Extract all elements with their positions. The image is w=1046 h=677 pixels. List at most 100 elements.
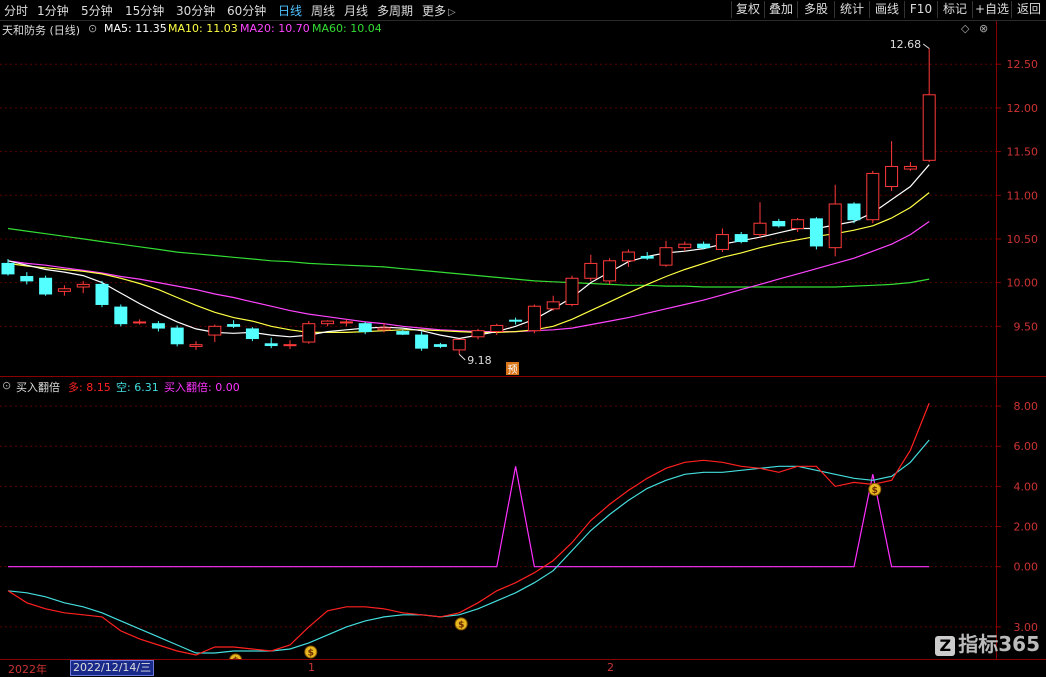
candle-up — [753, 222, 767, 236]
candle-up — [621, 251, 635, 262]
candle-down — [396, 331, 410, 335]
candle-up — [302, 323, 316, 343]
watermark-text: 指标365 — [958, 632, 1040, 656]
ma5-line — [7, 164, 930, 340]
indicator-tick-label: 6.00 — [1014, 440, 1039, 453]
candle-up — [828, 203, 842, 249]
money-bag-symbol: $ — [872, 486, 878, 496]
tab-multi-period[interactable]: 多周期 — [377, 2, 413, 19]
diamond-icon[interactable]: ◇ — [961, 22, 969, 35]
candle-up — [659, 247, 673, 266]
price-tick-label: 9.50 — [1014, 320, 1039, 333]
indicator-name: 买入翻倍 — [16, 381, 60, 394]
candle-down — [640, 255, 654, 259]
tab-daily[interactable]: 日线 — [278, 2, 302, 19]
price-tick-label: 10.00 — [1007, 277, 1039, 290]
watermark: Z 指标365 — [935, 628, 1040, 657]
chevron-right-icon: ▷ — [448, 7, 456, 18]
money-bag-symbol: $ — [308, 648, 314, 658]
ma60-value: MA60: 10.04 — [312, 22, 382, 35]
chart-canvas[interactable]: 12.5012.0011.5011.0010.5010.009.508.006.… — [0, 0, 1046, 675]
tab-more[interactable]: 更多 ▷ — [422, 2, 456, 19]
overlay-button[interactable]: 叠加 — [764, 1, 797, 18]
adjust-button[interactable]: 复权 — [731, 1, 764, 18]
candle-up — [452, 338, 466, 351]
short-line — [7, 439, 930, 654]
tab-weekly[interactable]: 周线 — [311, 2, 335, 19]
f10-button[interactable]: F10 — [904, 1, 937, 18]
candle-up — [866, 172, 880, 221]
candle-down — [697, 243, 711, 249]
candle-up — [922, 94, 936, 161]
candle-up — [527, 305, 541, 332]
tab-timeshare[interactable]: 分时 — [4, 2, 28, 19]
candle-up — [283, 344, 297, 347]
ma10-line — [7, 192, 930, 333]
tab-30min[interactable]: 30分钟 — [176, 2, 215, 19]
cursor-date: 2022/12/14/三 — [70, 660, 155, 676]
stats-button[interactable]: 统计 — [834, 1, 869, 18]
long-value: 多: 8.15 — [68, 381, 111, 394]
mark-button[interactable]: 标记 — [937, 1, 972, 18]
candle-down — [151, 323, 165, 329]
ma20-value: MA20: 10.70 — [240, 22, 310, 35]
candle-down — [95, 283, 109, 305]
candle-up — [490, 324, 504, 333]
more-label: 更多 — [422, 4, 447, 18]
toolbar: 分时 1分钟 5分钟 15分钟 30分钟 60分钟 日线 周线 月线 多周期 更… — [0, 0, 1046, 21]
price-tick-label: 12.00 — [1007, 102, 1039, 115]
draw-button[interactable]: 画线 — [869, 1, 904, 18]
date-label-jan: 1 — [308, 661, 315, 674]
back-button[interactable]: 返回 — [1011, 1, 1046, 18]
date-axis: 2022年 2022/12/14/三 1 2 — [0, 659, 1046, 676]
indicator-dropdown-icon[interactable]: ⊙ — [2, 379, 11, 392]
indicator-tick-label: 8.00 — [1014, 400, 1039, 413]
buy-signal-icon: $ — [868, 482, 882, 496]
max-price-arrow — [922, 43, 930, 49]
candle-up — [903, 165, 917, 170]
candle-up — [377, 327, 391, 331]
candle-up — [885, 165, 899, 188]
buy-signal-icon: $ — [304, 645, 318, 659]
candle-down — [1, 262, 15, 275]
candle-up — [208, 325, 222, 336]
indicator-tick-label: 0.00 — [1014, 561, 1039, 574]
candle-down — [847, 203, 861, 221]
candle-up — [321, 320, 335, 325]
tab-1min[interactable]: 1分钟 — [37, 2, 69, 19]
candle-up — [189, 344, 203, 347]
candle-up — [76, 283, 90, 288]
candle-up — [603, 260, 617, 282]
max-price-label: 12.68 — [890, 38, 922, 51]
tab-60min[interactable]: 60分钟 — [227, 2, 266, 19]
candle-down — [734, 234, 748, 243]
date-label-feb: 2 — [607, 661, 614, 674]
add-watchlist-button[interactable]: +自选 — [972, 1, 1011, 18]
price-tick-label: 11.50 — [1007, 146, 1039, 159]
candle-up — [584, 262, 598, 279]
tab-5min[interactable]: 5分钟 — [81, 2, 113, 19]
indicator-tick-label: 2.00 — [1014, 521, 1039, 534]
candle-down — [358, 323, 372, 333]
close-circle-icon[interactable]: ⊗ — [979, 22, 988, 35]
candle-up — [715, 234, 729, 250]
candle-up — [791, 219, 805, 229]
min-price-label: 9.18 — [467, 354, 492, 367]
settings-dropdown-icon[interactable]: ⊙ — [88, 22, 97, 35]
money-bag-symbol: $ — [458, 620, 464, 630]
signal-line — [8, 466, 930, 568]
multi-stock-button[interactable]: 多股 — [797, 1, 834, 18]
candle-down — [20, 276, 34, 282]
ma20-line — [7, 221, 930, 333]
stock-title: 天和防务 (日线) — [2, 24, 81, 37]
candle-up — [57, 288, 71, 292]
candle-down — [415, 334, 429, 349]
tab-15min[interactable]: 15分钟 — [125, 2, 164, 19]
price-tick-label: 11.00 — [1007, 189, 1039, 202]
short-value: 空: 6.31 — [116, 381, 159, 394]
long-line — [7, 402, 930, 656]
candle-down — [170, 327, 184, 345]
brand-logo-icon: Z — [935, 636, 956, 656]
candle-up — [678, 243, 692, 249]
tab-monthly[interactable]: 月线 — [344, 2, 368, 19]
